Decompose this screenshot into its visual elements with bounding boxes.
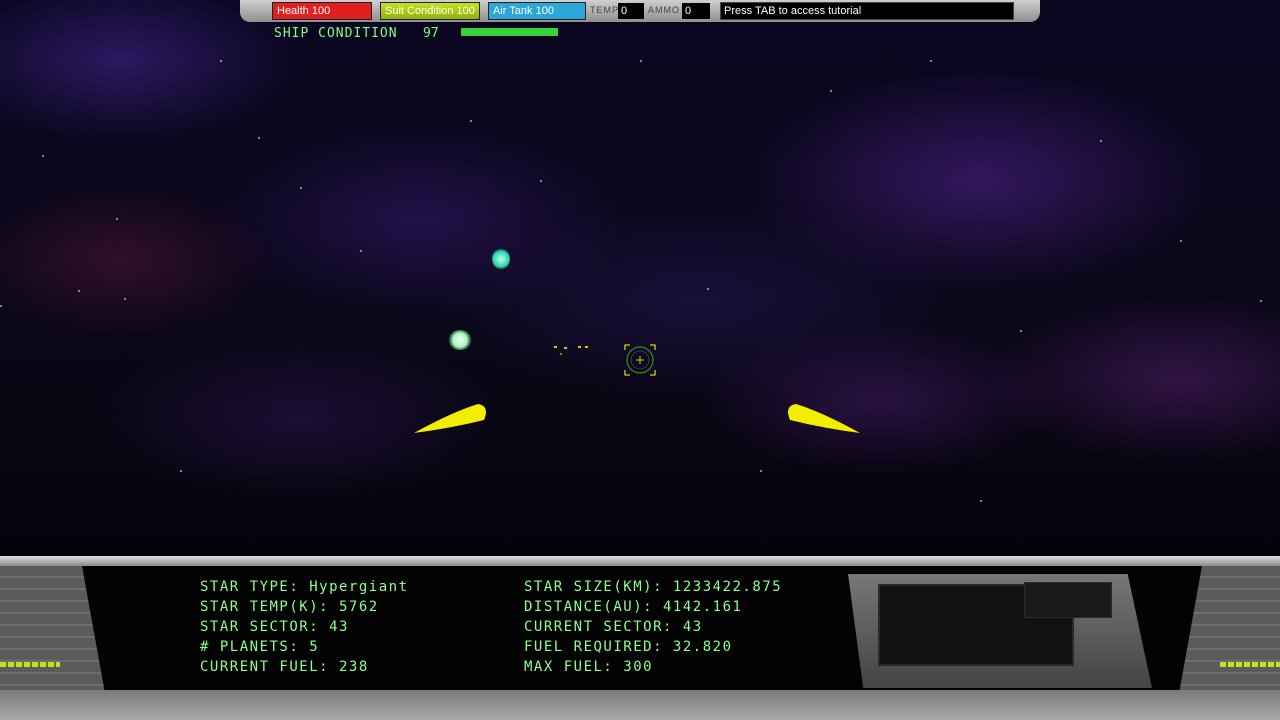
cyan-star-object [492, 248, 510, 270]
indicator-lights [0, 662, 60, 667]
ship-condition-value: 97 [423, 26, 439, 41]
star-type-readout: STAR TYPE: Hypergiant [200, 579, 409, 595]
star-dot [220, 60, 222, 62]
health-meter: Health 100 [272, 2, 372, 20]
max-fuel-readout: MAX FUEL: 300 [524, 659, 654, 675]
ship-condition-fill [461, 28, 558, 36]
star-temp-readout: STAR TEMP(K): 5762 [200, 599, 379, 615]
star-size-readout: STAR SIZE(KM): 1233422.875 [524, 579, 783, 595]
star-dot [707, 288, 709, 290]
star-dot [180, 470, 182, 472]
star-dot [980, 500, 982, 502]
cockpit-lower-panel [0, 690, 1280, 720]
targeting-reticle-icon [624, 344, 656, 376]
star-dot [1100, 140, 1102, 142]
ship-condition-label: SHIP CONDITION [274, 26, 398, 41]
star-dot [470, 120, 472, 122]
star-dot [830, 90, 832, 92]
star-dot [360, 250, 362, 252]
distant-object [554, 346, 588, 355]
ship-condition-bar [461, 28, 561, 36]
star-dot [1260, 300, 1262, 302]
star-dot [116, 218, 118, 220]
indicator-lights [1220, 662, 1280, 667]
star-dot [258, 137, 260, 139]
star-dot [640, 60, 642, 62]
star-dot [124, 298, 126, 300]
monitor-sub-screen [1024, 582, 1112, 618]
right-navigation-marker [788, 404, 860, 433]
star-dot [540, 180, 542, 182]
space-view [0, 0, 1280, 560]
suit-condition-meter: Suit Condition 100 [380, 2, 480, 20]
temp-label: TEMP [590, 5, 620, 15]
tutorial-hint: Press TAB to access tutorial [720, 2, 1014, 20]
fuel-required-readout: FUEL REQUIRED: 32.820 [524, 639, 733, 655]
cockpit-rim [0, 556, 1280, 566]
current-sector-readout: CURRENT SECTOR: 43 [524, 619, 703, 635]
temp-value: 0 [618, 3, 644, 19]
green-star-object [448, 330, 472, 350]
star-dot [1180, 240, 1182, 242]
air-tank-meter: Air Tank 100 [488, 2, 586, 20]
star-sector-readout: STAR SECTOR: 43 [200, 619, 349, 635]
star-dot [300, 187, 302, 189]
star-dot [0, 305, 2, 307]
star-dot [78, 290, 80, 292]
star-dot [1020, 330, 1022, 332]
star-dot [42, 155, 44, 157]
star-dot [760, 470, 762, 472]
ammo-value: 0 [682, 3, 710, 19]
star-dot [930, 60, 932, 62]
planets-readout: # PLANETS: 5 [200, 639, 320, 655]
left-navigation-marker [414, 404, 486, 433]
distance-readout: DISTANCE(AU): 4142.161 [524, 599, 743, 615]
current-fuel-readout: CURRENT FUEL: 238 [200, 659, 369, 675]
top-status-bar: Health 100 Suit Condition 100 Air Tank 1… [240, 0, 1040, 22]
ammo-label: AMMO [648, 5, 680, 15]
